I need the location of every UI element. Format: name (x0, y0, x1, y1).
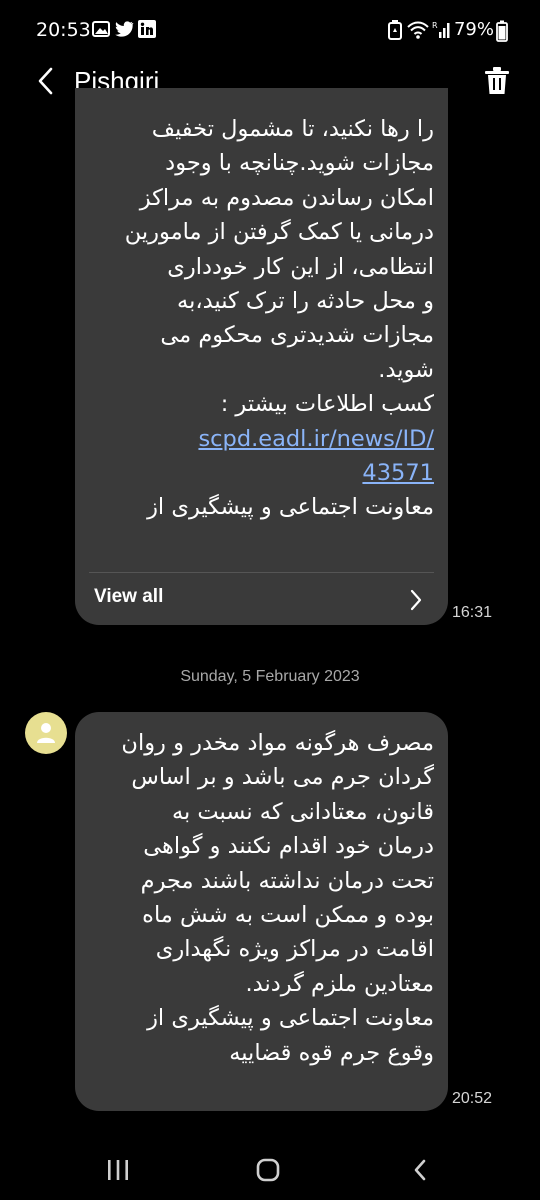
message-link[interactable]: scpd.eadl.ir/news/ID/ (89, 422, 434, 456)
message-line: معتادین ملزم گردند. (245, 970, 434, 997)
home-icon (256, 1158, 280, 1182)
back-button[interactable] (34, 64, 64, 98)
status-bar: 20:53 R 79% (0, 0, 540, 62)
twitter-icon (114, 20, 134, 42)
message-line: درمان خود اقدام نکنند و گواهی (143, 833, 434, 860)
nav-back-button[interactable] (412, 1158, 428, 1182)
recent-apps-button[interactable] (106, 1159, 130, 1181)
message-bubble[interactable]: مصرف هرگونه مواد مخدر و روان گردان جرم م… (75, 712, 448, 1111)
message-line: و محل حادثه را ترک کنید،به (177, 288, 434, 315)
trash-icon (485, 67, 509, 94)
battery-percentage: 79% (453, 19, 494, 40)
message-link-continued[interactable]: 43571 (89, 456, 434, 490)
message-timestamp: 16:31 (452, 604, 493, 621)
message-bubble[interactable]: را رها نکنید، تا مشمول تخفیف مجازات شوید… (75, 88, 448, 625)
message-text: را رها نکنید، تا مشمول تخفیف مجازات شوید… (89, 112, 434, 525)
message-line: مصرف هرگونه مواد مخدر و روان (121, 730, 434, 756)
message-line: گردان جرم می باشد و بر اساس (131, 764, 434, 791)
message-line: درمانی یا کمک گرفتن از مامورین (124, 219, 434, 246)
message-line: مجازات شدیدتری محکوم می (160, 322, 434, 349)
wifi-icon (406, 20, 430, 44)
message-line: معاونت اجتماعی و پیشگیری از (147, 494, 434, 521)
chevron-right-icon[interactable] (409, 588, 423, 612)
person-icon (37, 723, 55, 743)
message-line: وقوع جرم قوه قضاییه (229, 1039, 434, 1066)
signal-icon: R (432, 20, 452, 44)
view-all-button[interactable]: View all (94, 586, 163, 608)
message-line: امکان رساندن مصدوم به مراکز (139, 184, 434, 211)
delete-button[interactable] (484, 66, 510, 96)
svg-text:R: R (432, 21, 438, 30)
home-button[interactable] (256, 1158, 280, 1182)
back-arrow-icon (38, 67, 53, 95)
message-timestamp: 20:52 (452, 1090, 493, 1107)
recent-apps-icon (108, 1160, 128, 1180)
avatar[interactable] (25, 712, 67, 754)
message-line: قانون، معتادانی که نسبت به (171, 798, 434, 825)
divider (89, 572, 434, 573)
status-time: 20:53 (36, 19, 91, 41)
date-separator: Sunday, 5 February 2023 (180, 668, 360, 685)
message-line: اقامت در مراکز ویژه نگهداری (155, 936, 434, 963)
gallery-icon (92, 20, 110, 42)
linkedin-icon (138, 20, 156, 42)
message-line: کسب اطلاعات بیشتر : (220, 391, 434, 418)
message-line: بوده و ممکن است به شش ماه (142, 902, 434, 929)
battery-icon (496, 20, 508, 46)
message-text: مصرف هرگونه مواد مخدر و روان گردان جرم م… (89, 726, 434, 1070)
message-line: مجازات شوید.چنانچه با وجود (165, 150, 434, 177)
message-line: را رها نکنید، تا مشمول تخفیف (151, 116, 434, 142)
message-line: شوید. (378, 356, 434, 383)
back-icon (414, 1159, 426, 1181)
message-line: انتظامی، از این کار خودداری (167, 253, 434, 280)
battery-saver-icon (388, 20, 402, 44)
message-line: معاونت اجتماعی و پیشگیری از (147, 1005, 434, 1032)
message-line: تحت درمان نداشته باشند مجرم (140, 867, 434, 894)
